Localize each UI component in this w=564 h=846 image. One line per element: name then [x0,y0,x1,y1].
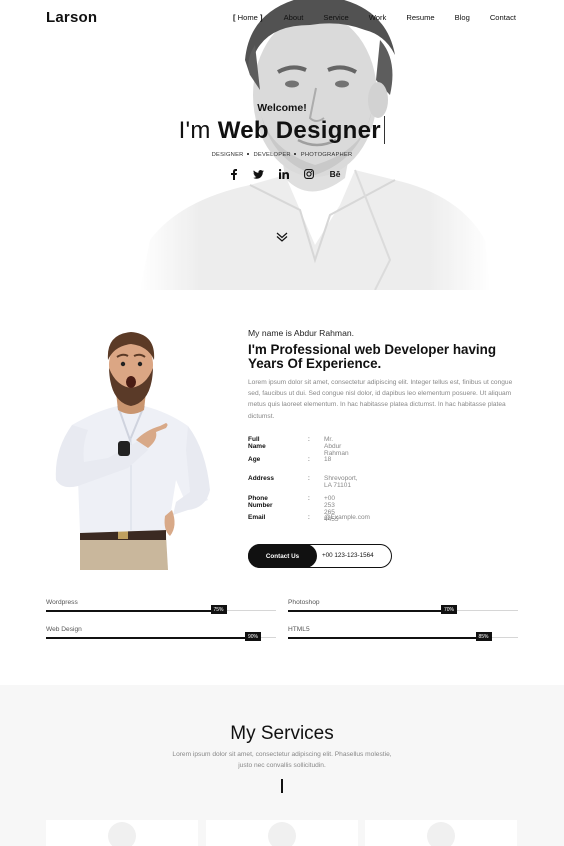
contact-us-button[interactable]: Contact Us [248,544,317,568]
instagram-icon[interactable] [303,168,314,180]
services-divider [281,779,283,793]
skill-fill [288,609,449,612]
main-nav: [ Home ] About Service Work Resume Blog … [230,13,516,22]
skill-html5: HTML5 85% [288,626,518,646]
nav-item-home[interactable]: [ Home ] [230,13,266,22]
scroll-down-chevron-icon[interactable] [276,230,288,242]
typing-caret [383,116,386,144]
skill-percent-badge: 70% [441,605,457,614]
skill-fill [288,636,484,639]
nav-item-work[interactable]: Work [359,13,397,22]
nav-item-service[interactable]: Service [313,13,358,22]
nav-item-about[interactable]: About [274,13,314,22]
skill-percent-badge: 75% [210,605,227,614]
service-icon [427,822,455,846]
about-intro: My name is Abdur Rahman. [248,328,355,338]
linkedin-icon[interactable] [278,168,289,180]
services-section: My Services Lorem ipsum dolor sit amet, … [0,685,564,846]
skill-fill [46,636,253,639]
service-card[interactable] [206,820,358,846]
hero-welcome: Welcome! [257,102,307,114]
twitter-icon[interactable] [253,168,264,180]
skill-wordpress: Wordpress 75% [46,599,276,619]
service-card[interactable] [365,820,517,846]
skill-percent-badge: 85% [475,632,492,641]
nav-item-resume[interactable]: Resume [396,13,444,22]
contact-pill: Contact Us +00 123-123-1564 [248,544,392,568]
about-text: Lorem ipsum dolor sit amet, consectetur … [248,379,513,420]
brand-logo[interactable]: Larson [46,9,97,26]
skill-web-design: Web Design 90% [46,626,276,646]
hero-title: Web Designer [217,117,381,144]
behance-icon[interactable]: Bē [328,168,342,180]
service-card[interactable] [46,820,198,846]
services-title: My Services [230,723,334,744]
services-text: Lorem ipsum dolor sit amet, consectetur … [172,751,392,769]
facebook-icon[interactable] [228,168,239,180]
skill-percent-badge: 90% [245,632,261,641]
nav-item-blog[interactable]: Blog [445,13,480,22]
skill-photoshop: Photoshop 70% [288,599,518,619]
nav-item-contact[interactable]: Contact [480,13,516,22]
about-portrait-image [55,332,210,570]
hero-headline: I'm Web Designer [0,116,564,145]
service-icon [108,822,136,846]
hero-roles: DESIGNER DEVELOPER PHOTOGRAPHER [211,152,353,158]
hero-section: Larson [ Home ] About Service Work Resum… [0,0,564,290]
skill-fill [46,609,219,612]
hero-portrait-image [140,0,490,290]
contact-phone[interactable]: +00 123-123-1564 [322,552,374,559]
service-icon [268,822,296,846]
about-title: I'm Professional web Developer having Ye… [248,342,497,371]
social-links: Bē [228,168,342,180]
